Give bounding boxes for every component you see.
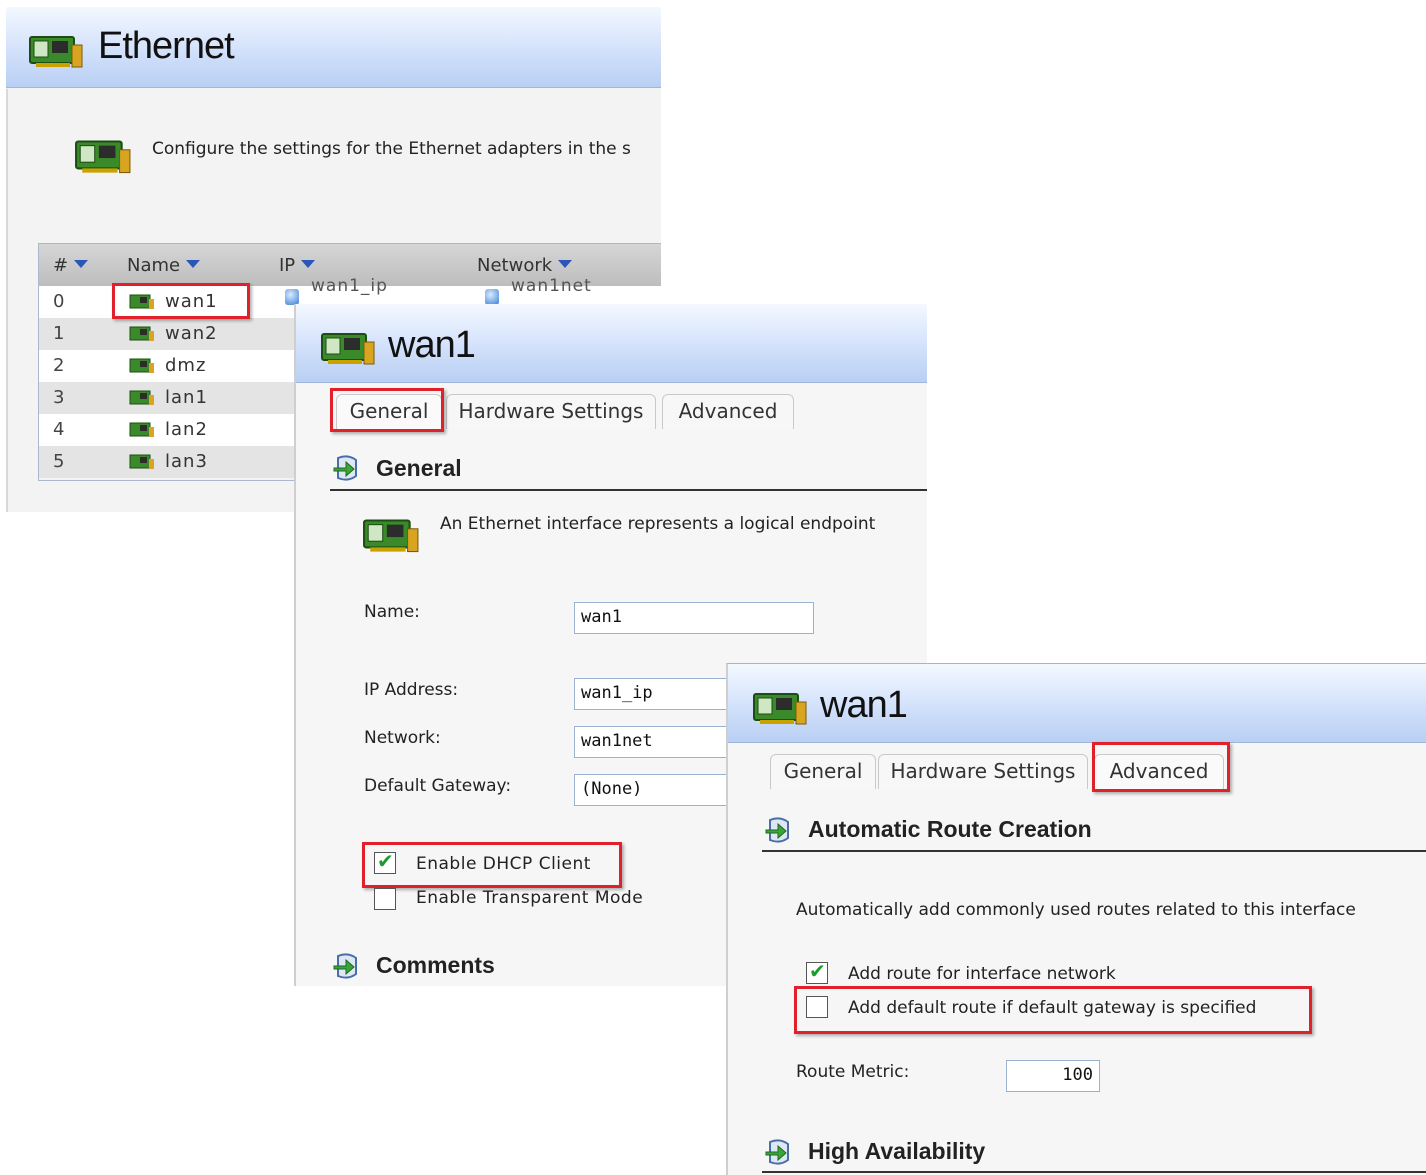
section-divider [762, 850, 1426, 852]
section-ha-heading: High Availability [808, 1138, 986, 1164]
section-arrow-icon [765, 1139, 789, 1165]
enable-transparent-checkbox[interactable] [374, 888, 396, 910]
ip-address-label: IP Address: [364, 680, 459, 700]
tab-general[interactable]: General [770, 754, 876, 789]
network-label: Network: [364, 728, 441, 748]
add-route-label: Add route for interface network [848, 964, 1116, 984]
network-adapter-icon [753, 693, 807, 725]
highlight-dhcp-option [362, 842, 622, 888]
network-adapter-icon [363, 519, 419, 553]
section-comments-heading: Comments [376, 952, 495, 978]
checkmark-icon: ✔ [809, 959, 826, 983]
wan1-header: wan1 [296, 304, 927, 383]
network-adapter-icon [29, 36, 83, 68]
dialog-title: wan1 [388, 324, 476, 366]
section-route-heading: Automatic Route Creation [808, 816, 1092, 842]
network-icon [485, 289, 499, 305]
row-network: wan1net [511, 276, 592, 296]
ethernet-description: Configure the settings for the Ethernet … [152, 139, 631, 159]
tab-bar: General Hardware Settings Advanced [728, 744, 1426, 790]
section-arrow-icon [765, 817, 789, 843]
route-description: Automatically add commonly used routes r… [796, 900, 1356, 920]
section-arrow-icon [333, 953, 357, 979]
column-header-number[interactable]: # [53, 255, 89, 276]
section-arrow-icon [333, 455, 357, 481]
interface-description: An Ethernet interface represents a logic… [440, 514, 876, 534]
add-route-checkbox[interactable]: ✔ [806, 959, 828, 984]
highlight-general-tab [330, 388, 444, 432]
name-label: Name: [364, 602, 420, 622]
ip-address-icon [285, 289, 299, 305]
name-field[interactable]: wan1 [574, 602, 814, 634]
network-adapter-icon [129, 422, 154, 437]
network-adapter-icon [129, 390, 154, 405]
wan1-header: wan1 [728, 664, 1426, 743]
route-metric-label: Route Metric: [796, 1062, 910, 1082]
enable-transparent-label: Enable Transparent Mode [416, 888, 644, 908]
sort-arrow-icon [301, 260, 316, 268]
section-divider [330, 489, 927, 491]
network-adapter-icon [129, 358, 154, 373]
route-metric-field[interactable]: 100 [1006, 1060, 1100, 1092]
column-header-name[interactable]: Name [127, 255, 201, 276]
sort-arrow-icon [186, 260, 201, 268]
section-general-heading: General [376, 455, 462, 481]
sort-arrow-icon [558, 260, 573, 268]
network-adapter-icon [75, 140, 131, 174]
network-adapter-icon [129, 326, 154, 341]
network-adapter-icon [321, 333, 375, 365]
highlight-default-route-option [794, 986, 1312, 1034]
tab-hardware-settings[interactable]: Hardware Settings [878, 754, 1088, 789]
dialog-title: wan1 [820, 684, 908, 726]
highlight-advanced-tab [1092, 742, 1230, 792]
tab-hardware-settings[interactable]: Hardware Settings [446, 394, 656, 429]
column-header-ip[interactable]: IP [279, 255, 316, 276]
column-header-network[interactable]: Network [477, 255, 573, 276]
section-divider [762, 1171, 1426, 1173]
highlight-wan1-row [112, 283, 250, 319]
default-gateway-label: Default Gateway: [364, 776, 512, 796]
network-adapter-icon [129, 454, 154, 469]
wan1-advanced-panel: wan1 General Hardware Settings Advanced … [726, 663, 1426, 1175]
sort-arrow-icon [74, 260, 89, 268]
tab-advanced[interactable]: Advanced [662, 394, 794, 429]
row-ip: wan1_ip [311, 276, 388, 296]
ethernet-header: Ethernet [6, 7, 661, 88]
page-title: Ethernet [98, 25, 235, 67]
